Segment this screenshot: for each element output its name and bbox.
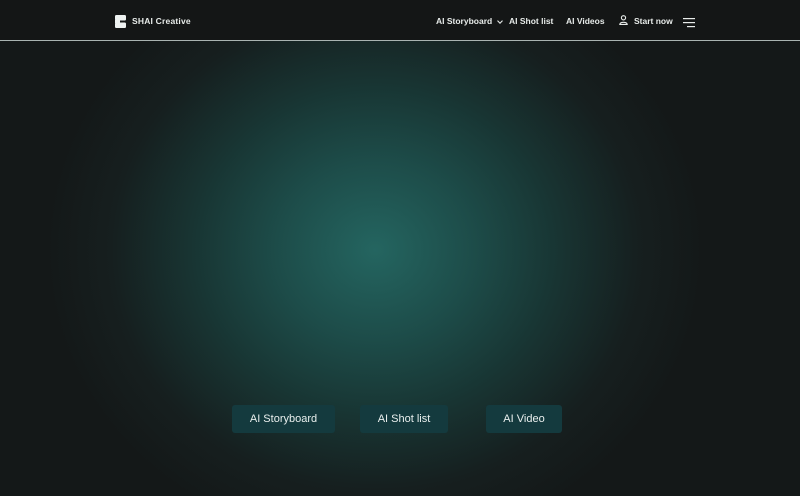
nav-ai-shot-list-label: AI Shot list <box>509 16 554 26</box>
nav-ai-storyboard[interactable]: AI Storyboard <box>436 14 504 28</box>
ai-video-button[interactable]: AI Video <box>486 405 562 433</box>
user-icon <box>619 15 628 27</box>
hamburger-menu-icon <box>683 15 695 32</box>
ai-storyboard-button-label: AI Storyboard <box>249 413 318 425</box>
ai-storyboard-button[interactable]: AI Storyboard <box>232 405 335 433</box>
start-now-label: Start now <box>634 16 673 26</box>
start-now-link[interactable]: Start now <box>619 14 673 28</box>
nav-ai-videos[interactable]: AI Videos <box>566 14 605 28</box>
page: SHAI Creative AI Storyboard AI Shot list… <box>0 0 800 496</box>
shai-logo-icon <box>115 14 126 28</box>
brand-link[interactable]: SHAI Creative <box>115 14 191 28</box>
hamburger-menu-button[interactable] <box>683 15 695 28</box>
nav-ai-videos-label: AI Videos <box>566 16 605 26</box>
ai-shot-list-button-label: AI Shot list <box>377 413 431 425</box>
chevron-down-icon <box>497 16 504 26</box>
nav-ai-storyboard-label: AI Storyboard <box>436 16 493 26</box>
ai-video-button-label: AI Video <box>503 413 545 425</box>
nav-ai-shot-list[interactable]: AI Shot list <box>509 14 553 28</box>
ai-shot-list-button[interactable]: AI Shot list <box>360 405 448 433</box>
top-navigation-bar: SHAI Creative AI Storyboard AI Shot list… <box>0 0 800 41</box>
brand-name: SHAI Creative <box>132 16 191 26</box>
